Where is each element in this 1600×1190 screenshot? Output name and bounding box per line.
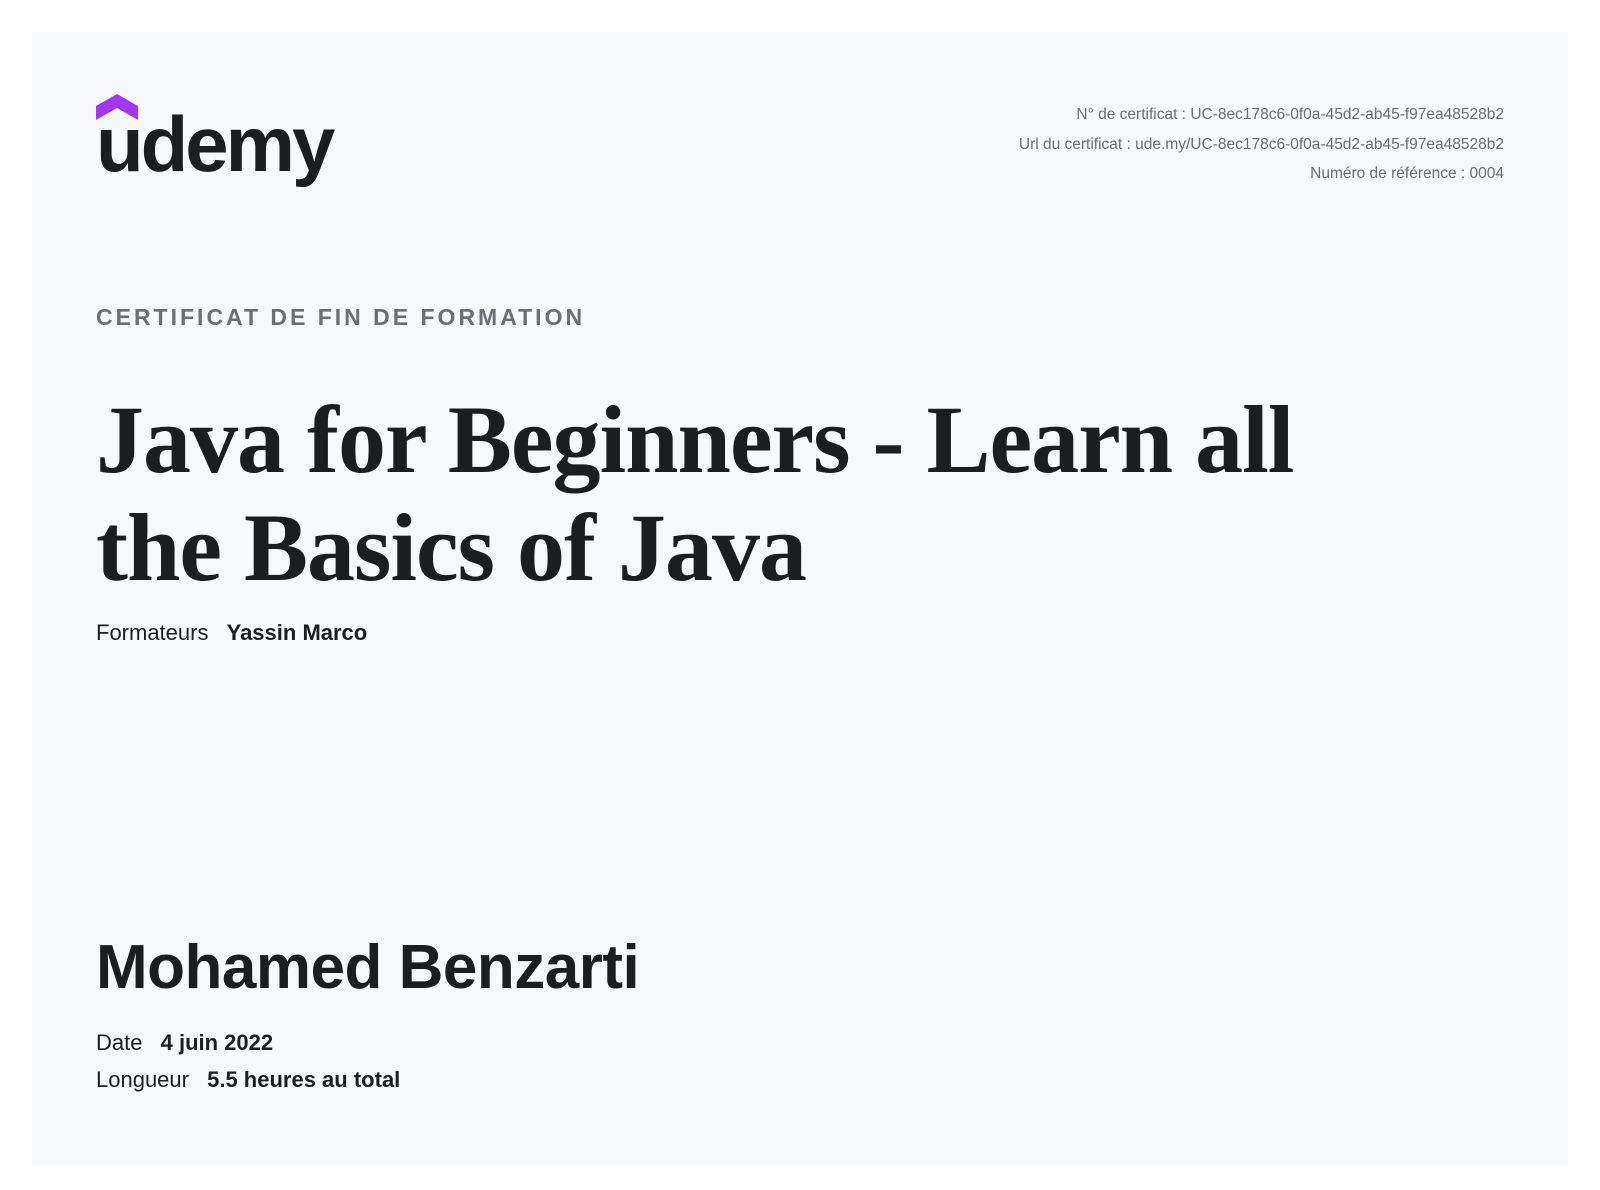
reference-number-label: Numéro de référence : [1310,165,1466,182]
certificate-kicker: Certificat de fin de formation [96,304,586,330]
length-value: 5.5 heures au total [207,1067,401,1092]
instructors-value: Yassin Marco [226,620,368,645]
certificate: udemy N° de certificat : UC-8ec178c6-0f0… [32,32,1568,1166]
length-label: Longueur [96,1067,189,1092]
length-row: Longueur 5.5 heures au total [96,1061,400,1098]
date-label: Date [96,1030,143,1055]
reference-number-value: 0004 [1469,165,1504,182]
certificate-details: Date 4 juin 2022 Longueur 5.5 heures au … [96,1024,400,1098]
certificate-number: N° de certificat : UC-8ec178c6-0f0a-45d2… [1019,100,1504,130]
instructors-label: Formateurs [96,620,209,645]
certificate-url: Url du certificat : ude.my/UC-8ec178c6-0… [1019,130,1504,160]
udemy-logo: udemy [96,94,358,194]
date-row: Date 4 juin 2022 [96,1024,400,1061]
certificate-meta: N° de certificat : UC-8ec178c6-0f0a-45d2… [1019,100,1504,189]
certificate-url-value[interactable]: ude.my/UC-8ec178c6-0f0a-45d2-ab45-f97ea4… [1135,136,1504,153]
instructors-row: Formateurs Yassin Marco [96,620,367,646]
course-title: Java for Beginners - Learn all the Basic… [96,386,1294,601]
student-name: Mohamed Benzarti [96,933,640,1002]
date-value: 4 juin 2022 [160,1030,274,1055]
certificate-number-label: N° de certificat : [1076,106,1186,123]
reference-number: Numéro de référence : 0004 [1019,159,1504,189]
udemy-wordmark: udemy [96,100,335,188]
certificate-url-label: Url du certificat : [1018,135,1131,153]
certificate-number-value: UC-8ec178c6-0f0a-45d2-ab45-f97ea48528b2 [1190,106,1504,123]
